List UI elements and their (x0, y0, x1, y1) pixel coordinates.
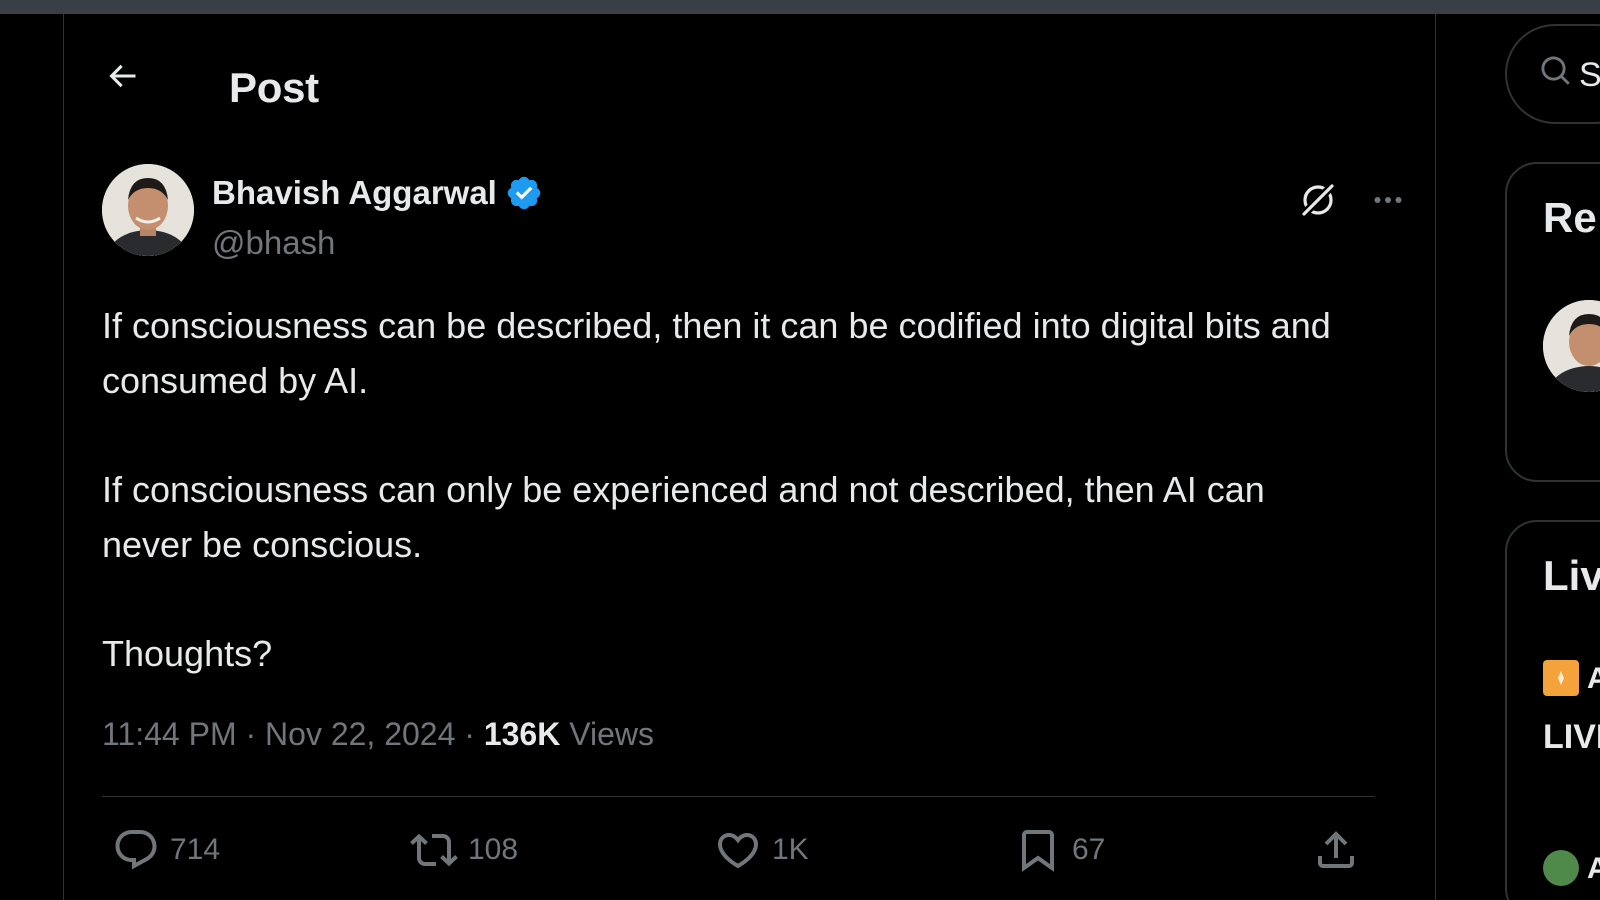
like-count: 1K (772, 833, 809, 866)
author-name[interactable]: Bhavish Aggarwal (212, 174, 497, 212)
views-label: Views (569, 716, 654, 752)
author-avatar[interactable] (102, 164, 194, 256)
repost-count: 108 (468, 833, 519, 866)
verified-badge-icon (507, 176, 541, 210)
post-date[interactable]: Nov 22, 2024 (265, 716, 455, 752)
bookmark-icon (1022, 830, 1054, 872)
action-bar: 714 108 1K 67 (102, 820, 1375, 880)
search-input[interactable]: S (1505, 24, 1600, 124)
live-host-avatar[interactable] (1543, 850, 1579, 886)
grok-icon (1299, 181, 1337, 219)
bookmark-button[interactable]: 67 (1014, 820, 1105, 880)
live-card: Liv A LIVI A (1505, 520, 1600, 900)
post-paragraph: If consciousness can be described, then … (102, 305, 1331, 401)
live-item-title[interactable]: A (1587, 852, 1600, 886)
live-channel-icon (1543, 660, 1579, 696)
back-button[interactable] (100, 54, 144, 98)
share-icon (1318, 831, 1354, 868)
arrow-left-icon (109, 64, 136, 88)
post-time[interactable]: 11:44 PM (102, 716, 237, 752)
post-meta: 11:44 PM · Nov 22, 2024 · 136K Views (102, 716, 654, 753)
post-text: If consciousness can be described, then … (102, 298, 1362, 681)
relevant-people-card: Re (1505, 162, 1600, 482)
relevant-people-title: Re (1543, 194, 1597, 241)
post-paragraph: If consciousness can only be experienced… (102, 469, 1265, 565)
meta-separator: · (245, 716, 257, 752)
search-icon (1541, 56, 1570, 85)
reply-count: 714 (170, 833, 221, 866)
search-placeholder: S (1579, 56, 1600, 94)
reply-button[interactable]: 714 (112, 820, 220, 880)
views-count: 136K (483, 716, 561, 752)
reply-icon (115, 830, 157, 870)
live-item-title[interactable]: A (1587, 662, 1600, 696)
repost-icon (410, 833, 458, 867)
share-button[interactable] (1312, 820, 1360, 880)
divider (102, 796, 1375, 797)
more-horizontal-icon (1374, 197, 1402, 203)
bookmark-count: 67 (1072, 833, 1106, 866)
meta-separator: · (464, 716, 475, 752)
browser-top-bar (0, 0, 1600, 14)
more-options-button[interactable] (1364, 176, 1412, 224)
author-handle[interactable]: @bhash (212, 224, 335, 262)
like-button[interactable]: 1K (714, 820, 809, 880)
page-title: Post (229, 64, 319, 111)
post-paragraph: Thoughts? (102, 633, 273, 674)
relevant-person-avatar[interactable] (1543, 300, 1600, 392)
repost-button[interactable]: 108 (410, 820, 518, 880)
live-title: Liv (1543, 552, 1600, 599)
heart-icon (717, 833, 759, 869)
post-header: Post (64, 14, 1435, 136)
live-label[interactable]: LIVI (1543, 718, 1600, 757)
author-name-row: Bhavish Aggarwal (212, 174, 543, 212)
grok-button[interactable] (1294, 176, 1342, 224)
primary-column: Post Bhavish Aggarwal @bhash If consciou… (63, 14, 1436, 900)
